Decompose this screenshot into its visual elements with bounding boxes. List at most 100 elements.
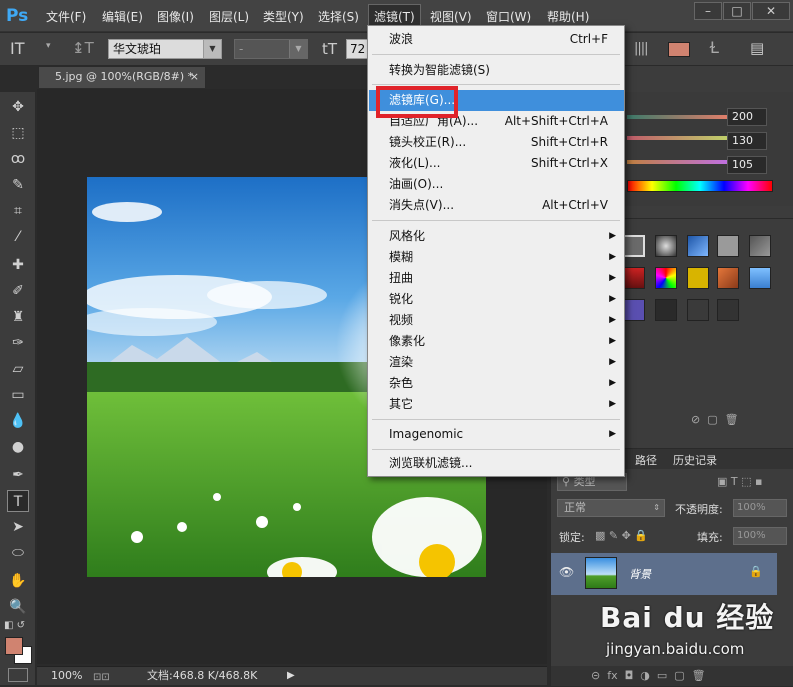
move-tool-icon[interactable]: ✥ xyxy=(7,96,29,118)
character-panel-icon[interactable]: Ɫ xyxy=(710,38,719,57)
blur-tool-icon[interactable]: 💧 xyxy=(7,410,29,432)
toggle-orientation-icon[interactable]: ↨T xyxy=(72,39,94,57)
menu-window[interactable]: 窗口(W) xyxy=(486,8,531,25)
style-swatch[interactable] xyxy=(655,299,677,321)
menu-view[interactable]: 视图(V) xyxy=(430,8,472,25)
menu-item-sharpen[interactable]: 锐化 ▶ xyxy=(369,289,624,310)
close-icon[interactable]: × xyxy=(190,67,199,87)
stamp-tool-icon[interactable]: ♜ xyxy=(7,306,29,328)
foreground-color-swatch[interactable] xyxy=(5,637,23,655)
menu-help[interactable]: 帮助(H) xyxy=(547,8,589,25)
style-swatch[interactable] xyxy=(623,299,645,321)
document-tab[interactable]: 5.jpg @ 100%(RGB/8#) * × xyxy=(38,66,206,88)
menu-item-video[interactable]: 视频 ▶ xyxy=(369,310,624,331)
crop-tool-icon[interactable]: ⌗ xyxy=(7,200,29,222)
style-swatch[interactable] xyxy=(655,267,677,289)
zoom-level[interactable]: 100% xyxy=(51,667,82,685)
text-color-swatch[interactable] xyxy=(668,42,690,57)
minimize-button[interactable]: – xyxy=(694,2,722,20)
maximize-button[interactable]: □ xyxy=(723,2,751,20)
menu-item-distort[interactable]: 扭曲 ▶ xyxy=(369,268,624,289)
dodge-tool-icon[interactable]: ● xyxy=(7,436,29,458)
style-swatch[interactable] xyxy=(623,267,645,289)
style-swatch[interactable] xyxy=(749,267,771,289)
menu-item-vanishing-point[interactable]: 消失点(V)... Alt+Ctrl+V xyxy=(369,195,624,216)
warp-text-icon[interactable]: |||| xyxy=(634,41,648,56)
style-swatch[interactable] xyxy=(655,235,677,257)
menu-item-other[interactable]: 其它 ▶ xyxy=(369,394,624,415)
menu-type[interactable]: 类型(Y) xyxy=(263,8,304,25)
font-style-select[interactable]: - ▼ xyxy=(234,39,308,59)
healing-tool-icon[interactable]: ✚ xyxy=(7,254,29,276)
brush-tool-icon[interactable]: ✐ xyxy=(7,280,29,302)
menu-select[interactable]: 选择(S) xyxy=(318,8,359,25)
pen-tool-icon[interactable]: ✒ xyxy=(7,464,29,486)
eraser-tool-icon[interactable]: ▱ xyxy=(7,358,29,380)
quick-mask-icon[interactable] xyxy=(8,668,28,682)
lock-icons[interactable]: ▩ ✎ ✥ 🔒 xyxy=(595,529,648,542)
panel-footer-icons[interactable]: ⊘ ▢ 🗑 xyxy=(691,413,739,426)
history-brush-icon[interactable]: ✑ xyxy=(7,332,29,354)
zoom-tool-icon[interactable]: 🔍 xyxy=(7,596,29,618)
panels-icon[interactable]: ▤ xyxy=(750,39,764,57)
style-swatch[interactable] xyxy=(749,235,771,257)
menu-item-lens-correction[interactable]: 镜头校正(R)... Shift+Ctrl+R xyxy=(369,132,624,153)
menu-item-pixelate[interactable]: 像素化 ▶ xyxy=(369,331,624,352)
menu-item-imagenomic[interactable]: Imagenomic ▶ xyxy=(369,424,624,445)
tab-history[interactable]: 历史记录 xyxy=(673,452,717,468)
menu-file[interactable]: 文件(F) xyxy=(46,8,86,25)
style-swatch[interactable] xyxy=(623,235,645,257)
blue-value[interactable]: 105 xyxy=(727,156,767,174)
marquee-tool-icon[interactable]: ⬚ xyxy=(7,122,29,144)
red-slider[interactable] xyxy=(627,115,727,119)
menu-item-wave[interactable]: 波浪 Ctrl+F xyxy=(369,29,624,50)
green-value[interactable]: 130 xyxy=(727,132,767,150)
font-size-field[interactable]: 72 xyxy=(346,39,368,59)
font-family-select[interactable]: 华文琥珀 ▼ xyxy=(108,39,222,59)
quick-select-tool-icon[interactable]: ✎ xyxy=(7,174,29,196)
menu-item-stylize[interactable]: 风格化 ▶ xyxy=(369,226,624,247)
close-window-button[interactable]: ✕ xyxy=(752,2,790,20)
layer-row-background[interactable]: 👁 背景 🔒 xyxy=(551,553,777,595)
menu-item-oil-paint[interactable]: 油画(O)... xyxy=(369,174,624,195)
blend-mode-select[interactable]: 正常 ⇕ xyxy=(557,499,665,517)
layer-filter-icons[interactable]: ▣ T ⬚ ▪ xyxy=(717,475,762,488)
layer-name[interactable]: 背景 xyxy=(629,566,651,582)
style-swatch[interactable] xyxy=(687,235,709,257)
path-select-icon[interactable]: ➤ xyxy=(7,516,29,538)
menu-item-convert-smart-filter[interactable]: 转换为智能滤镜(S) xyxy=(369,60,624,81)
hand-tool-icon[interactable]: ✋ xyxy=(7,570,29,592)
style-swatch[interactable] xyxy=(717,299,739,321)
style-swatch[interactable] xyxy=(687,267,709,289)
eyedropper-tool-icon[interactable]: ⁄ xyxy=(7,226,29,248)
blue-slider[interactable] xyxy=(627,160,727,164)
menu-layer[interactable]: 图层(L) xyxy=(209,8,249,25)
menu-image[interactable]: 图像(I) xyxy=(157,8,194,25)
green-slider[interactable] xyxy=(627,136,727,140)
menu-item-noise[interactable]: 杂色 ▶ xyxy=(369,373,624,394)
tab-paths[interactable]: 路径 xyxy=(635,452,657,468)
menu-item-liquify[interactable]: 液化(L)... Shift+Ctrl+X xyxy=(369,153,624,174)
menu-item-blur[interactable]: 模糊 ▶ xyxy=(369,247,624,268)
type-tool-icon[interactable]: T xyxy=(7,490,29,512)
type-tool-icon[interactable]: ⅠT xyxy=(10,39,25,58)
style-swatch[interactable] xyxy=(687,299,709,321)
gradient-tool-icon[interactable]: ▭ xyxy=(7,384,29,406)
color-spectrum[interactable] xyxy=(627,180,773,192)
menu-item-render[interactable]: 渲染 ▶ xyxy=(369,352,624,373)
lasso-tool-icon[interactable]: ꝏ xyxy=(7,148,29,170)
style-swatch[interactable] xyxy=(717,267,739,289)
chevron-down-icon[interactable]: ▾ xyxy=(46,41,51,51)
style-swatch[interactable] xyxy=(717,235,739,257)
red-value[interactable]: 200 xyxy=(727,108,767,126)
share-icon[interactable]: ⊡⊡ xyxy=(93,669,110,687)
menu-edit[interactable]: 编辑(E) xyxy=(102,8,143,25)
ellipse-tool-icon[interactable]: ⬭ xyxy=(7,542,29,564)
submenu-arrow-icon: ▶ xyxy=(609,231,616,241)
menu-item-browse-online-filters[interactable]: 浏览联机滤镜... xyxy=(369,453,624,474)
eye-icon[interactable]: 👁 xyxy=(559,565,574,579)
opacity-field[interactable]: 100% xyxy=(733,499,787,517)
default-colors-icon[interactable]: ◧ ↺ xyxy=(4,620,25,631)
status-menu-arrow-icon[interactable]: ▶ xyxy=(287,667,295,685)
fill-field[interactable]: 100% xyxy=(733,527,787,545)
